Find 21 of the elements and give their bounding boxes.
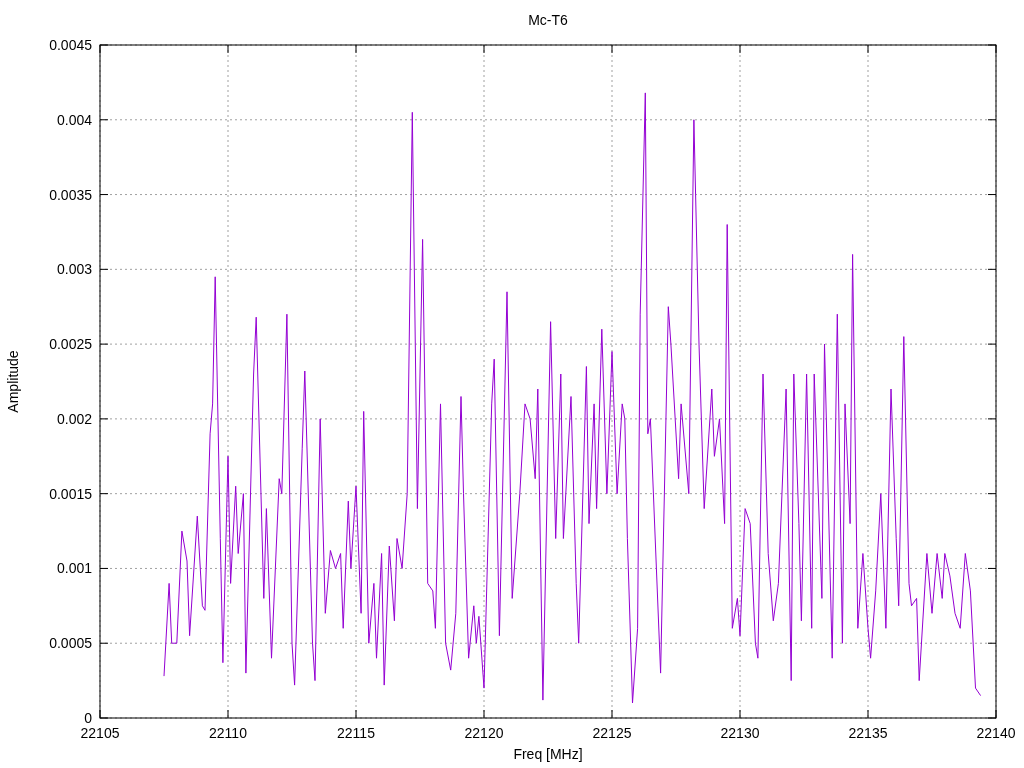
tick-label: 22110: [209, 725, 247, 741]
tick-label: 22125: [592, 725, 632, 741]
tick-label: 22140: [976, 725, 1016, 741]
tick-label: 0.0035: [49, 186, 92, 203]
y-axis-label: Amplitude: [5, 350, 21, 413]
tick-label: 0.001: [56, 560, 92, 577]
tick-label: 0.0005: [49, 635, 92, 652]
x-axis-label: Freq [MHz]: [513, 746, 583, 762]
tick-label: 0.0025: [49, 336, 92, 353]
chart-title: Mc-T6: [528, 12, 568, 28]
tick-label: 0.003: [56, 261, 92, 278]
tick-label: 0.0015: [49, 485, 92, 502]
tick-label: 22115: [337, 725, 375, 741]
tick-label: 22135: [848, 725, 888, 741]
tick-label: 22130: [720, 725, 760, 741]
tick-label: 0: [84, 710, 92, 726]
tick-label: 0.002: [56, 410, 92, 427]
tick-label: 22120: [464, 725, 504, 741]
tick-label: 0.004: [56, 111, 92, 128]
tick-label: 0.0045: [49, 37, 92, 53]
tick-label: 22105: [80, 725, 120, 741]
